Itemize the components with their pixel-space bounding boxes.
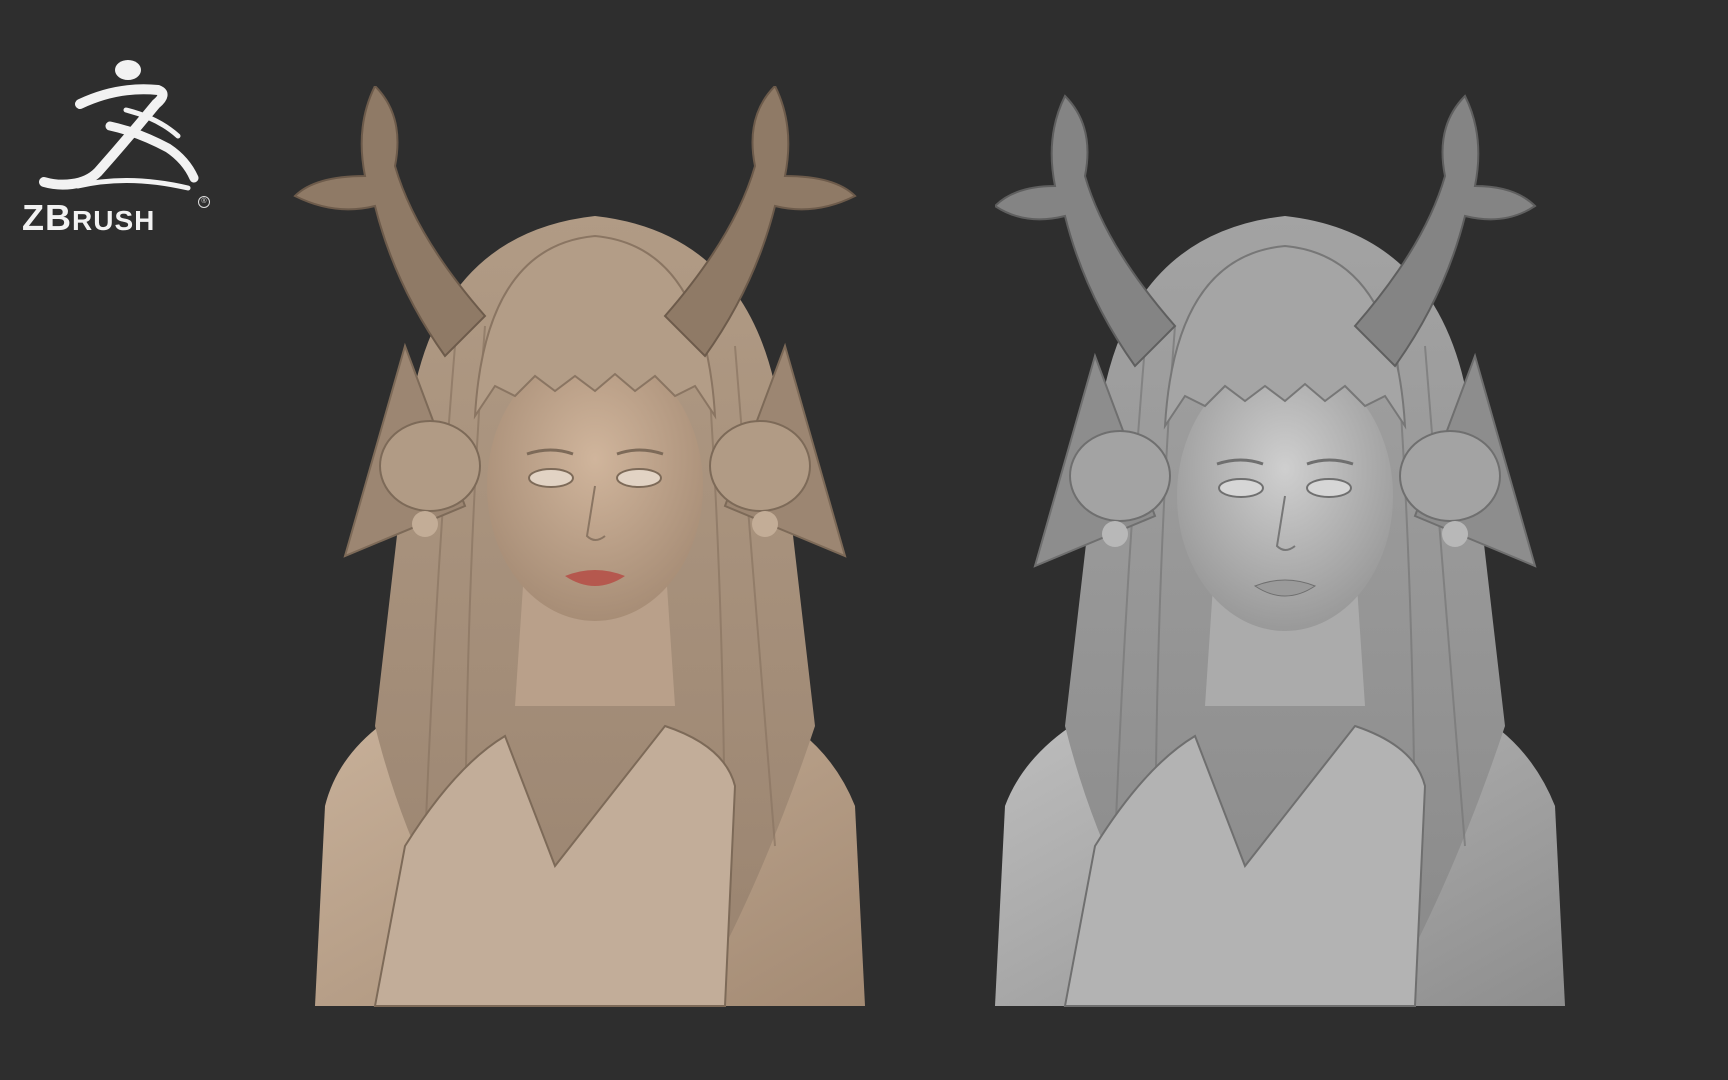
zbrush-wordmark: ZBRUSH bbox=[22, 200, 155, 236]
logo-letter-b: B bbox=[45, 197, 72, 238]
logo-letters-rush: RUSH bbox=[72, 205, 156, 236]
zbrush-logo: ZBRUSH ® bbox=[18, 52, 218, 242]
sculpt-figure-tan bbox=[293, 86, 865, 1007]
sculpt-render-gray bbox=[995, 86, 1675, 1011]
sculpt-figure-gray bbox=[995, 94, 1565, 1007]
registered-mark: ® bbox=[198, 196, 210, 208]
zbrush-figure-icon bbox=[39, 60, 199, 191]
sculpt-render-tan bbox=[255, 86, 935, 1011]
logo-letter-z: Z bbox=[22, 197, 45, 238]
